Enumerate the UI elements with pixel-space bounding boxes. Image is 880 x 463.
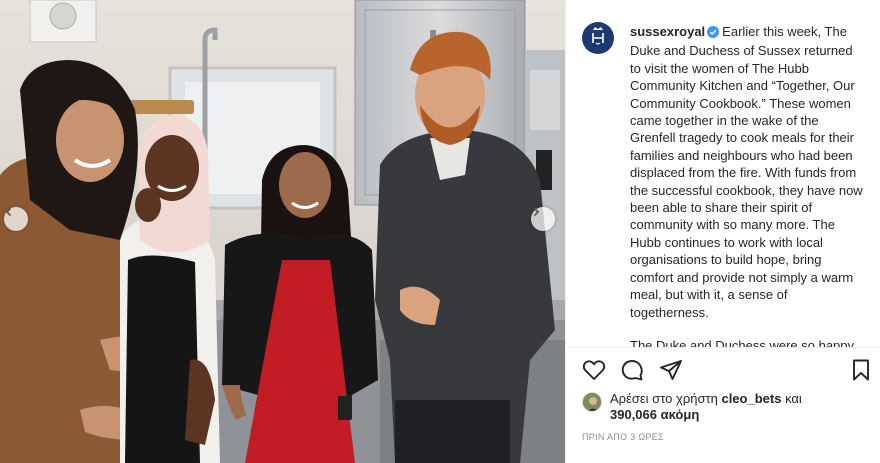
likes-suffix[interactable]: ακόμη — [661, 407, 700, 422]
username-link[interactable]: sussexroyal — [630, 24, 705, 39]
caption-paragraph-2: The Duke and Duchess were so happy to re… — [630, 337, 855, 347]
likes-prefix: Αρέσει στο χρήστη — [610, 391, 718, 406]
post-caption: sussexroyal Earlier this week, The Duke a… — [630, 23, 866, 347]
liker-avatar[interactable] — [582, 392, 602, 412]
profile-avatar[interactable] — [582, 22, 614, 54]
likes-count-link[interactable]: 390,066 — [610, 407, 657, 422]
caption-text-1: Earlier this week, The Duke and Duchess … — [630, 24, 863, 320]
previous-photo-button[interactable] — [4, 207, 28, 231]
next-photo-button[interactable] — [531, 207, 555, 231]
caption-section: sussexroyal Earlier this week, The Duke a… — [566, 0, 880, 347]
like-button[interactable] — [582, 358, 608, 384]
bookmark-icon — [849, 359, 873, 386]
heart-icon — [582, 360, 606, 386]
post-actions-bar: Αρέσει στο χρήστη cleo_bets και 390,066 … — [566, 347, 880, 463]
verified-badge-icon — [707, 25, 720, 42]
kitchen-photo-illustration — [0, 0, 565, 463]
likes-text: Αρέσει στο χρήστη cleo_bets και 390,066 … — [610, 391, 860, 423]
liker-username-link[interactable]: cleo_bets — [721, 391, 781, 406]
royal-monogram-icon — [589, 26, 607, 51]
share-button[interactable] — [659, 358, 685, 384]
send-icon — [659, 360, 683, 386]
likes-conjunction: και — [785, 391, 802, 406]
post-photo[interactable] — [0, 0, 565, 463]
post-timestamp[interactable]: ΠΡΙΝ ΑΠΟ 3 ΩΡΕΣ — [582, 432, 664, 442]
comment-icon — [620, 360, 644, 386]
comment-button[interactable] — [620, 358, 646, 384]
likes-summary: Αρέσει στο χρήστη cleo_bets και 390,066 … — [582, 391, 860, 423]
post-side-panel: sussexroyal Earlier this week, The Duke a… — [565, 0, 880, 463]
save-button[interactable] — [849, 358, 875, 384]
caption-paragraph-1: sussexroyal Earlier this week, The Duke a… — [630, 23, 866, 321]
